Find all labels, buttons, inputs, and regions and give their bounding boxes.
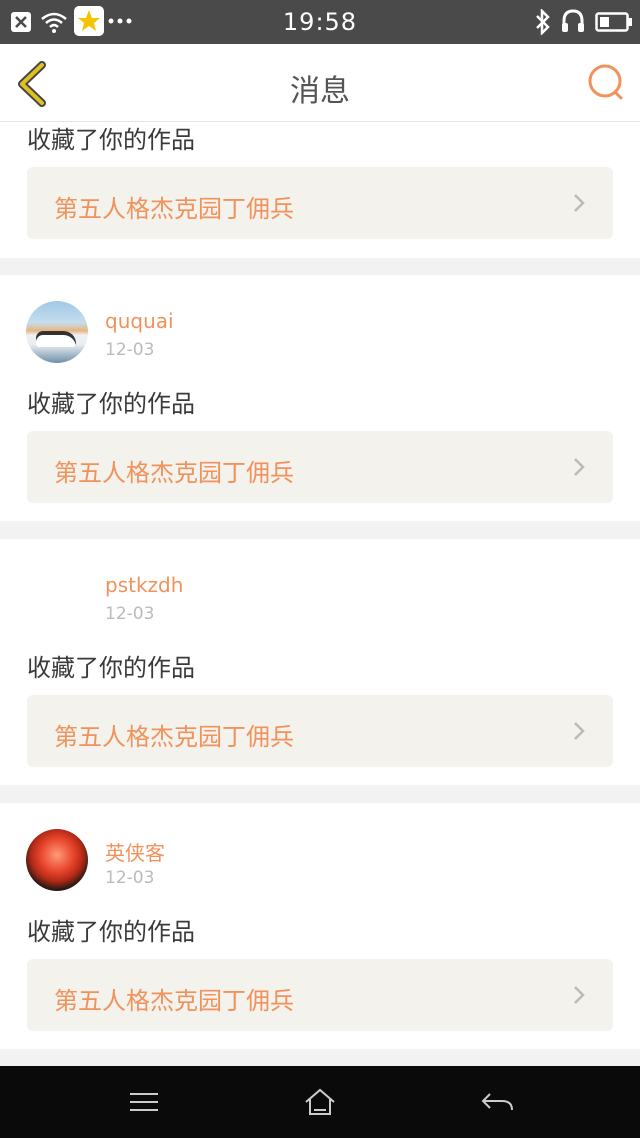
message-action-text: 收藏了你的作品: [27, 126, 195, 154]
message-date: 12-03: [105, 340, 155, 360]
message-card: ququai 12-03 收藏了你的作品 第五人格杰克园丁佣兵: [0, 275, 640, 521]
avatar[interactable]: [26, 829, 88, 891]
headset-icon: [562, 9, 584, 32]
username[interactable]: ququai: [105, 309, 174, 333]
work-link[interactable]: 第五人格杰克园丁佣兵: [27, 959, 613, 1031]
work-title: 第五人格杰克园丁佣兵: [54, 723, 294, 751]
bluetooth-icon: [536, 9, 550, 35]
navigation-bar: 消息: [0, 44, 640, 122]
system-navigation-bar: [0, 1066, 640, 1138]
username[interactable]: pstkzdh: [105, 573, 183, 597]
message-feed[interactable]: 收藏了你的作品 第五人格杰克园丁佣兵 ququai 12-03 收藏了你的作品 …: [0, 122, 640, 1066]
work-link[interactable]: 第五人格杰克园丁佣兵: [27, 695, 613, 767]
message-card: 英侠客 12-03 收藏了你的作品 第五人格杰克园丁佣兵: [0, 803, 640, 1049]
chevron-right-icon: [574, 194, 585, 212]
menu-icon[interactable]: [124, 1086, 164, 1118]
avatar[interactable]: [26, 565, 88, 627]
return-icon[interactable]: [478, 1086, 518, 1118]
message-action-text: 收藏了你的作品: [27, 390, 195, 418]
username[interactable]: 英侠客: [105, 837, 165, 866]
chevron-right-icon: [574, 722, 585, 740]
message-action-text: 收藏了你的作品: [27, 654, 195, 682]
work-link[interactable]: 第五人格杰克园丁佣兵: [27, 167, 613, 239]
chevron-right-icon: [574, 986, 585, 1004]
search-icon[interactable]: [586, 62, 626, 102]
page-title: 消息: [290, 74, 350, 109]
battery-icon: [595, 12, 632, 32]
message-action-text: 收藏了你的作品: [27, 918, 195, 946]
message-date: 12-03: [105, 868, 155, 888]
work-title: 第五人格杰克园丁佣兵: [54, 987, 294, 1015]
message-date: 12-03: [105, 604, 155, 624]
work-title: 第五人格杰克园丁佣兵: [54, 459, 294, 487]
chevron-right-icon: [574, 458, 585, 476]
message-card: 收藏了你的作品 第五人格杰克园丁佣兵: [0, 122, 640, 258]
message-card: pstkzdh 12-03 收藏了你的作品 第五人格杰克园丁佣兵: [0, 539, 640, 785]
avatar[interactable]: [26, 301, 88, 363]
work-link[interactable]: 第五人格杰克园丁佣兵: [27, 431, 613, 503]
work-title: 第五人格杰克园丁佣兵: [54, 195, 294, 223]
status-bar: 19:58: [0, 0, 640, 44]
home-icon[interactable]: [300, 1086, 340, 1118]
